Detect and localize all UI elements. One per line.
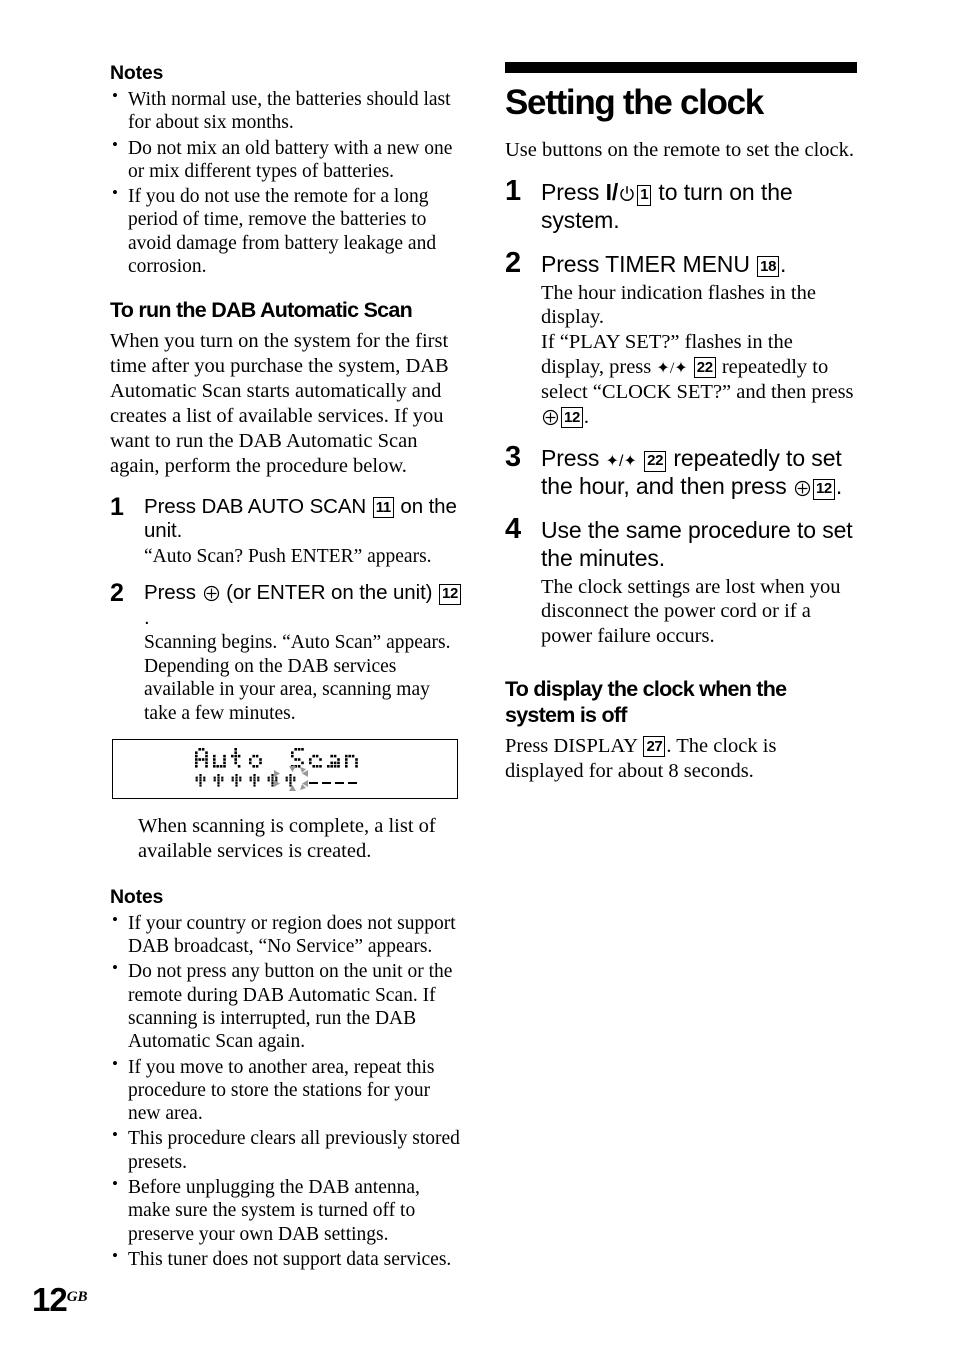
- right-column: Setting the clock Use buttons on the rem…: [505, 62, 857, 783]
- step-text: .: [583, 405, 590, 428]
- subsection-paragraph: Press DISPLAY 27. The clock is displayed…: [505, 734, 857, 784]
- notes-list-top: With normal use, the batteries should la…: [110, 86, 462, 278]
- reference-number-badge: 27: [643, 736, 666, 758]
- step-lead-text: Press I/1 to turn on the system.: [541, 179, 857, 235]
- step-number: 2: [505, 246, 522, 279]
- step-sub-text: The clock settings are lost when you dis…: [541, 575, 841, 648]
- procedure-step-1: 1 Press DAB AUTO SCAN 11 on the unit. “A…: [110, 492, 462, 569]
- step-text: Press: [541, 179, 606, 206]
- step-number: 1: [110, 492, 124, 521]
- clock-step-1: 1 Press I/1 to turn on the system.: [505, 175, 857, 235]
- step-text: .: [144, 605, 150, 629]
- clock-step-2: 2 Press TIMER MENU 18. The hour indicati…: [505, 247, 857, 430]
- step-text: .: [835, 473, 843, 500]
- list-item: If you do not use the remote for a long …: [110, 183, 462, 278]
- up-down-arrow-icon: ✦/✦: [605, 453, 637, 471]
- reference-number-badge: 11: [372, 497, 394, 519]
- step-text: Press DAB AUTO SCAN: [144, 494, 372, 518]
- section-rule-divider: [505, 62, 857, 73]
- step-lead-text: Press ✦/✦ 22 repeatedly to set the hour,…: [541, 445, 857, 501]
- list-item: This tuner does not support data service…: [110, 1246, 462, 1271]
- step-lead-text: Press DAB AUTO SCAN 11 on the unit.: [144, 495, 462, 544]
- manual-page: Notes With normal use, the batteries sho…: [0, 0, 954, 1357]
- reference-number-badge: 12: [439, 583, 461, 605]
- section-intro-paragraph: When you turn on the system for the firs…: [110, 330, 449, 477]
- power-label: I/: [605, 179, 619, 206]
- step-number: 1: [505, 175, 522, 208]
- reference-number-badge: 12: [812, 478, 835, 500]
- intro-paragraph: Use buttons on the remote to set the clo…: [505, 139, 854, 162]
- step-lead-text: Press TIMER MENU 18.: [541, 251, 857, 279]
- section-heading-dab-scan: To run the DAB Automatic Scan: [110, 298, 413, 323]
- step-text: .: [780, 250, 787, 277]
- region-code: GB: [66, 1289, 88, 1305]
- page-number-footer: 12GB: [32, 1281, 88, 1319]
- reference-number-badge: 1: [637, 184, 652, 206]
- page-number: 12: [32, 1281, 68, 1318]
- reference-number-badge: 22: [644, 450, 667, 472]
- enter-circle-icon: [203, 584, 220, 602]
- procedure-step-2: 2 Press (or ENTER on the unit) 12. Scann…: [110, 579, 462, 725]
- step-number: 3: [505, 441, 522, 474]
- reference-number-badge: 18: [757, 256, 780, 278]
- step-number: 2: [110, 579, 124, 608]
- step-text: Press TIMER MENU: [541, 250, 757, 277]
- step-text: Press: [541, 445, 606, 472]
- step-sub-text: The hour indication flashes in the displ…: [541, 281, 857, 430]
- step-text: Press: [144, 581, 202, 605]
- list-item: If you move to another area, repeat this…: [110, 1054, 462, 1126]
- notes-heading-top: Notes: [110, 62, 164, 84]
- list-item: Do not press any button on the unit or t…: [110, 958, 462, 1053]
- enter-circle-icon: [794, 476, 811, 497]
- enter-circle-icon: [542, 408, 559, 425]
- left-column: Notes With normal use, the batteries sho…: [110, 62, 462, 1273]
- clock-step-3: 3 Press ✦/✦ 22 repeatedly to set the hou…: [505, 441, 857, 501]
- step-sub-line2: If “PLAY SET?” flashes in the display, p…: [541, 330, 857, 429]
- list-item: This procedure clears all previously sto…: [110, 1125, 462, 1174]
- subsection-text: Press DISPLAY: [505, 734, 643, 757]
- list-item: Before unplugging the DAB antenna, make …: [110, 1174, 462, 1246]
- page-title: Setting the clock: [505, 83, 764, 122]
- subsection-heading-display-clock: To display the clock when the system is …: [505, 677, 787, 727]
- step-sub-line1: The hour indication flashes in the displ…: [541, 281, 816, 329]
- step-lead-text: Use the same procedure to set the minute…: [541, 517, 853, 571]
- reference-number-badge: 22: [693, 357, 716, 379]
- list-item: With normal use, the batteries should la…: [110, 86, 462, 135]
- step-number: 4: [505, 513, 522, 546]
- notes-list-bottom: If your country or region does not suppo…: [110, 910, 462, 1271]
- notes-heading-bottom: Notes: [110, 885, 164, 908]
- list-item: If your country or region does not suppo…: [110, 910, 462, 959]
- step-text: (or ENTER on the unit): [220, 581, 438, 605]
- up-down-arrow-icon: ✦/✦: [656, 359, 688, 377]
- power-standby-icon: [619, 181, 635, 202]
- step-sub-text: “Auto Scan? Push ENTER” appears.: [144, 545, 432, 567]
- reference-number-badge: 12: [561, 407, 583, 429]
- list-item: Do not mix an old battery with a new one…: [110, 135, 462, 184]
- step-lead-text: Press (or ENTER on the unit) 12.: [144, 581, 462, 630]
- after-illustration-text: When scanning is complete, a list of ava…: [138, 814, 436, 862]
- lcd-display-panel: [112, 738, 458, 799]
- clock-step-4: 4 Use the same procedure to set the minu…: [505, 513, 857, 649]
- step-sub-text: Scanning begins. “Auto Scan” appears. De…: [144, 632, 451, 724]
- lcd-dotmatrix-graphic: [195, 747, 358, 791]
